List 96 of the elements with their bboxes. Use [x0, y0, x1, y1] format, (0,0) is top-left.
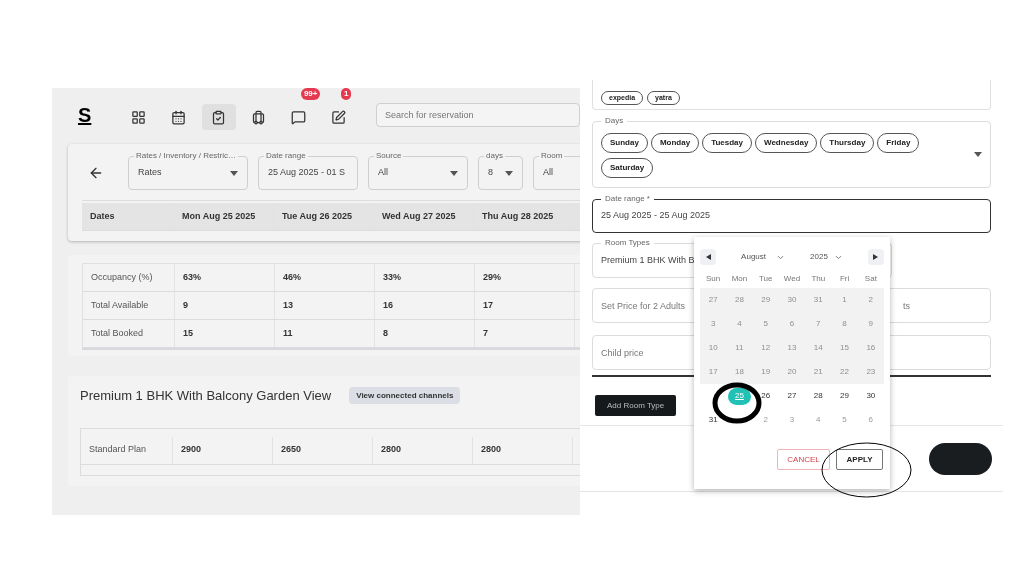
- calendar-day: 9: [859, 315, 883, 333]
- field-label: Rates / Inventory / Restric…: [134, 151, 239, 161]
- weekday-label: Sat: [863, 273, 878, 285]
- table-cell: 11: [275, 320, 375, 347]
- weekday-label: Tue: [757, 273, 774, 285]
- calendar-day: 4: [727, 315, 751, 333]
- table-cell: 2800: [373, 436, 473, 464]
- calendar-day[interactable]: 28: [806, 387, 830, 405]
- calendar-day: 18: [727, 363, 751, 381]
- field-label: Source: [374, 151, 404, 161]
- cancel-button[interactable]: CANCEL: [777, 449, 830, 470]
- field-label: Date range: [264, 151, 308, 161]
- calendar-day[interactable]: 27: [780, 387, 804, 405]
- table-cell: 7: [475, 320, 575, 347]
- calendar-day: 5: [754, 315, 778, 333]
- field-label: Date range *: [601, 194, 654, 204]
- month-select[interactable]: August: [741, 251, 785, 263]
- table-cell: 33%: [375, 264, 475, 291]
- calendar-day: 19: [754, 363, 778, 381]
- field-label: days: [484, 151, 505, 161]
- weekday-label: Fri: [838, 273, 851, 285]
- calendar-day: 10: [701, 339, 725, 357]
- header-cell: Dates: [82, 203, 174, 230]
- date-range-value[interactable]: 25 Aug 2025 - 25 Aug 2025: [601, 209, 711, 223]
- calendar-day: 29: [754, 291, 778, 309]
- select-value: All: [378, 166, 388, 180]
- header-cell: Tue Aug 26 2025: [274, 203, 374, 230]
- calendar-day: 6: [780, 315, 804, 333]
- calendar-day: 8: [833, 315, 857, 333]
- table-cell: 46%: [275, 264, 375, 291]
- calendar-day: 14: [806, 339, 830, 357]
- header-cell: Mon Aug 25 2025: [174, 203, 274, 230]
- calendar-day: 21: [806, 363, 830, 381]
- calendar-day: 31: [806, 291, 830, 309]
- calendar-day: 3: [701, 315, 725, 333]
- field-label: Room: [539, 151, 565, 161]
- table-cell: 13: [275, 292, 375, 319]
- field-label: Room Types: [601, 238, 654, 248]
- calendar-day: 13: [780, 339, 804, 357]
- select-value: 25 Aug 2025 - 01 S: [268, 166, 346, 180]
- room-title: Premium 1 BHK With Balcony Garden View: [80, 387, 332, 405]
- count-badge: 99+: [300, 88, 321, 100]
- weekday-label: Thu: [810, 273, 827, 285]
- year-select[interactable]: 2025: [810, 251, 843, 263]
- calendar-day: 2: [754, 411, 778, 429]
- calendar-day: 11: [727, 339, 751, 357]
- table-cell: Occupancy (%): [83, 264, 175, 291]
- calendar-day: 23: [859, 363, 883, 381]
- table-cell: 9: [175, 292, 275, 319]
- calendar-day: 12: [754, 339, 778, 357]
- add-room-type-button[interactable]: Add Room Type: [595, 395, 677, 416]
- calendar-day: 30: [780, 291, 804, 309]
- table-cell: 29%: [475, 264, 575, 291]
- table-cell: 2900: [173, 436, 273, 464]
- table-cell: 16: [375, 292, 475, 319]
- calendar-day[interactable]: 26: [754, 387, 778, 405]
- table-cell: 2650: [273, 436, 373, 464]
- table-cell: Total Booked: [83, 320, 175, 347]
- field-label: Days: [601, 116, 628, 126]
- weekday-label: Mon: [730, 273, 749, 285]
- count-badge: 1: [340, 88, 352, 100]
- table-cell: 63%: [175, 264, 275, 291]
- calendar-day[interactable]: 30: [859, 387, 883, 405]
- table-cell: Total Available: [83, 292, 175, 319]
- calendar-day: 15: [833, 339, 857, 357]
- calendar-day: 3: [780, 411, 804, 429]
- calendar-day: 5: [833, 411, 857, 429]
- calendar-day: 4: [806, 411, 830, 429]
- calendar-day: 16: [859, 339, 883, 357]
- search-field[interactable]: Search for reservation: [375, 103, 580, 127]
- select-value: All: [543, 166, 553, 180]
- table-cell: 15: [175, 320, 275, 347]
- table-cell: 2800: [473, 436, 573, 464]
- logo[interactable]: S: [78, 100, 122, 130]
- table-cell: 8: [375, 320, 475, 347]
- calendar-day: 27: [701, 291, 725, 309]
- calendar-day: 20: [780, 363, 804, 381]
- view-channels-button[interactable]: View connected channels: [349, 387, 461, 405]
- weekday-label: Sun: [705, 273, 722, 285]
- calendar-day: 7: [806, 315, 830, 333]
- table-cell: Standard Plan: [81, 436, 173, 464]
- header-cell: Thu Aug 28 2025: [474, 203, 574, 230]
- calendar-day: 1: [833, 291, 857, 309]
- select-value: 8: [488, 166, 493, 180]
- calendar-day[interactable]: 29: [833, 387, 857, 405]
- select-value: Rates: [138, 166, 162, 180]
- table-cell: 17: [475, 292, 575, 319]
- calendar-day: 22: [833, 363, 857, 381]
- header-cell: Wed Aug 27 2025: [374, 203, 474, 230]
- apply-button[interactable]: APPLY: [836, 449, 883, 470]
- calendar-day: 28: [727, 291, 751, 309]
- calendar-day: 2: [859, 291, 883, 309]
- calendar-day: 17: [701, 363, 725, 381]
- room-type-value[interactable]: Premium 1 BHK With B: [601, 253, 695, 268]
- calendar-day: 6: [859, 411, 883, 429]
- weekday-label: Wed: [782, 273, 802, 285]
